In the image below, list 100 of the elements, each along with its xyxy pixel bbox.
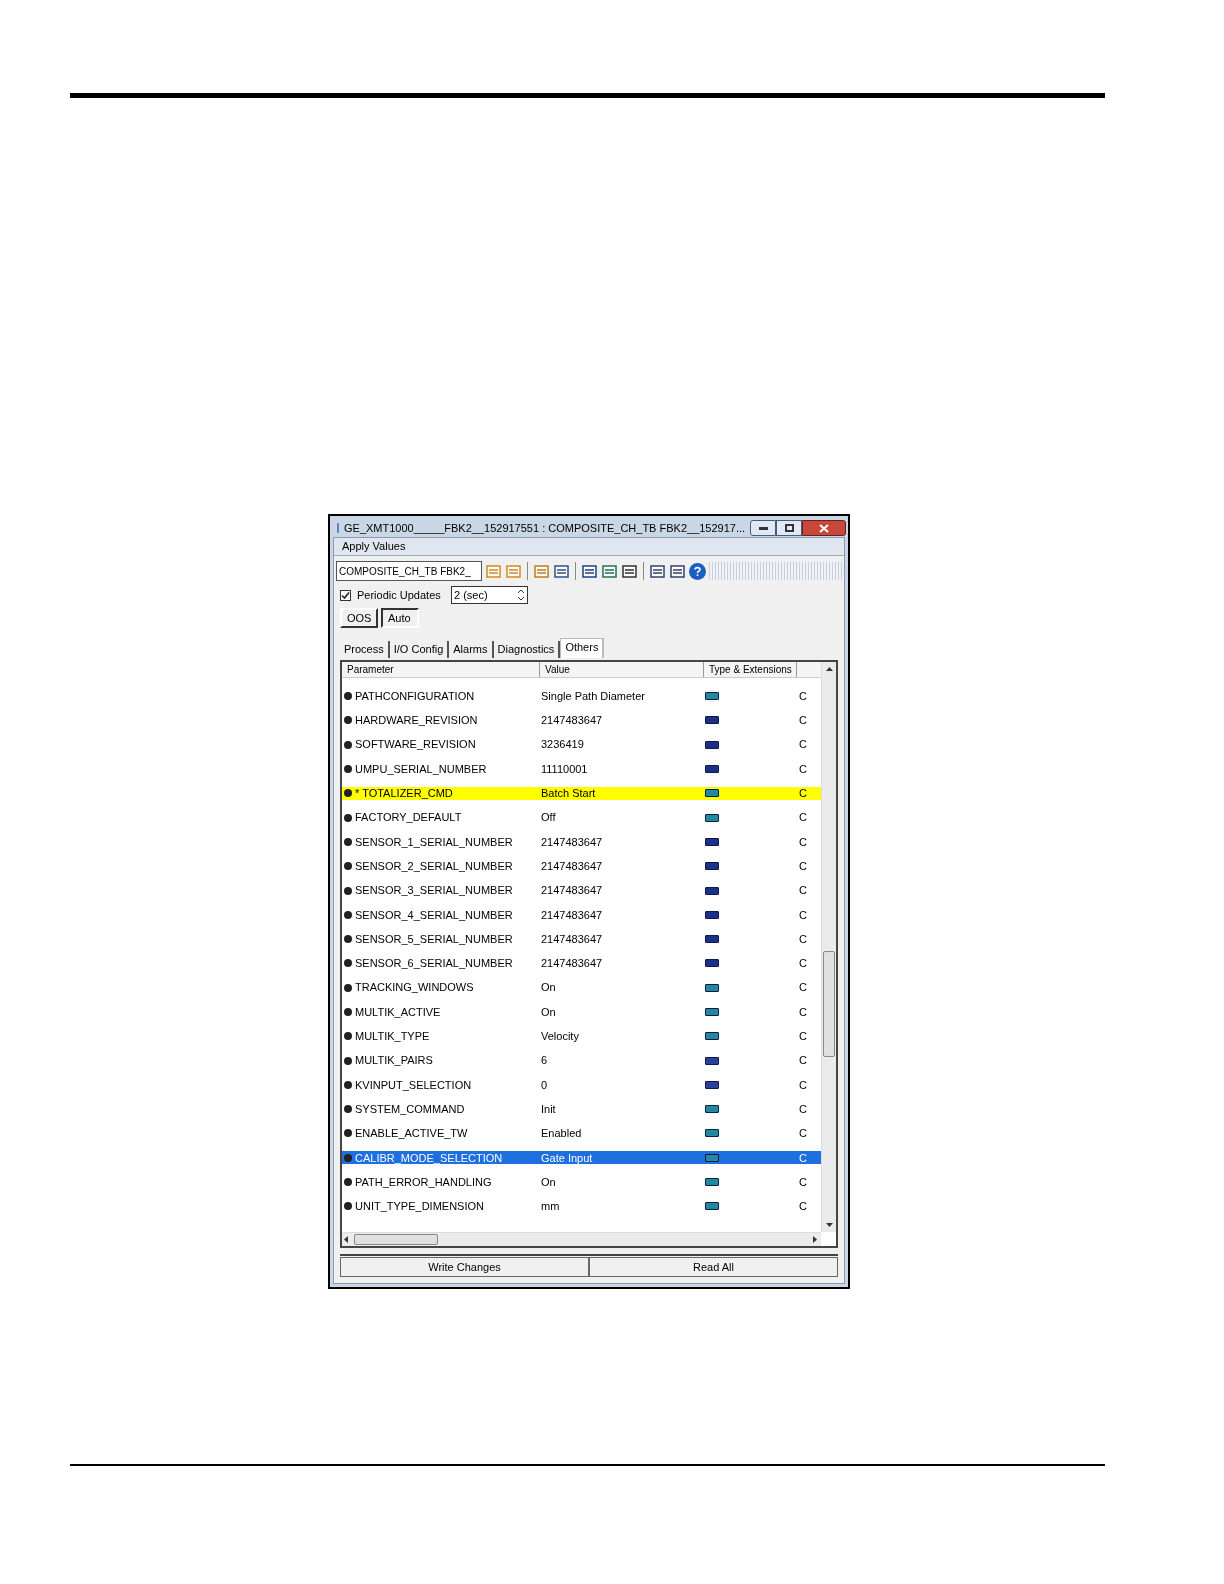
parameter-value: Velocity — [540, 1029, 580, 1045]
parameter-name: KVINPUT_SELECTION — [355, 1077, 472, 1093]
table-row[interactable]: SENSOR_4_SERIAL_NUMBER 2147483647 C — [342, 908, 821, 922]
table-cell-text: C — [799, 1126, 807, 1142]
close-button[interactable] — [802, 520, 847, 536]
parameter-value: Gate Input — [540, 1150, 594, 1166]
tab[interactable]: Others — [560, 638, 605, 658]
table-row[interactable]: SENSOR_1_SERIAL_NUMBER 2147483647 C — [342, 835, 821, 849]
bullet-icon — [344, 1202, 352, 1211]
column-header[interactable]: Parameter — [342, 662, 540, 677]
parameter-value: 2147483647 — [540, 883, 604, 899]
table-row[interactable]: PATHCONFIGURATION Single Path Diameter C — [342, 689, 821, 703]
parameter-value: On — [540, 1004, 557, 1020]
table-cell-text: C — [799, 907, 807, 923]
parameter-name: SENSOR_1_SERIAL_NUMBER — [355, 834, 513, 850]
type-icon — [705, 813, 719, 822]
bullet-icon — [344, 862, 352, 871]
help-icon[interactable] — [689, 562, 706, 580]
parameter-value: On — [540, 980, 557, 996]
action-button[interactable]: Read All — [589, 1257, 838, 1277]
vertical-scrollbar[interactable] — [821, 662, 836, 1232]
menu-item[interactable]: Apply Values — [342, 538, 406, 555]
parameter-name: SENSOR_5_SERIAL_NUMBER — [355, 931, 513, 947]
table-row[interactable]: UNIT_TYPE_DIMENSION mm C — [342, 1199, 821, 1213]
type-icon — [705, 935, 719, 944]
table-row[interactable]: SENSOR_2_SERIAL_NUMBER 2147483647 C — [342, 859, 821, 873]
horizontal-scrollbar[interactable] — [342, 1232, 821, 1246]
type-icon — [705, 837, 719, 846]
table-cell-text: C — [799, 1199, 807, 1215]
table-row[interactable]: CALIBR_MODE_SELECTION Gate Input C — [342, 1151, 821, 1165]
checkbox[interactable] — [340, 589, 351, 601]
parameter-name: SENSOR_6_SERIAL_NUMBER — [355, 956, 513, 972]
parameter-value: 2147483647 — [540, 907, 604, 923]
mode-button[interactable]: Auto — [381, 608, 419, 628]
parameter-name: * TOTALIZER_CMD — [355, 786, 453, 802]
close-icon[interactable] — [819, 523, 830, 533]
parameter-value: 0 — [540, 1077, 549, 1093]
table-row[interactable]: HARDWARE_REVISION 2147483647 C — [342, 713, 821, 727]
parameter-name: PATHCONFIGURATION — [355, 688, 475, 704]
bullet-icon — [344, 740, 352, 749]
parameter-name: SYSTEM_COMMAND — [355, 1101, 465, 1117]
scroll-thumb[interactable] — [354, 1234, 438, 1245]
column-header[interactable]: Type & Extensions — [704, 662, 797, 677]
table-cell-text: C — [799, 1174, 807, 1190]
maximize-button[interactable] — [776, 520, 803, 536]
bullet-icon — [344, 1032, 352, 1041]
tab[interactable]: Alarms — [449, 641, 494, 658]
parameter-name: MULTIK_ACTIVE — [355, 1004, 441, 1020]
table-row[interactable]: TRACKING_WINDOWS On C — [342, 981, 821, 995]
parameter-name: FACTORY_DEFAULT — [355, 810, 462, 826]
table-cell-text: C — [799, 761, 807, 777]
bullet-icon — [344, 716, 352, 725]
tab[interactable]: Process — [340, 641, 390, 658]
table-row[interactable]: SOFTWARE_REVISION 3236419 C — [342, 738, 821, 752]
minimize-button[interactable] — [750, 520, 777, 536]
table-cell-text: C — [799, 1004, 807, 1020]
table-row[interactable]: KVINPUT_SELECTION 0 C — [342, 1078, 821, 1092]
action-button[interactable]: Write Changes — [340, 1257, 589, 1277]
bullet-icon — [344, 1178, 352, 1187]
table-row[interactable]: * TOTALIZER_CMD Batch Start C — [342, 786, 821, 800]
parameter-value: Single Path Diameter — [540, 688, 646, 704]
table-row[interactable]: MULTIK_PAIRS 6 C — [342, 1054, 821, 1068]
table-cell-text: C — [799, 883, 807, 899]
tab[interactable]: I/O Config — [389, 641, 450, 658]
bullet-icon — [344, 1129, 352, 1138]
scroll-thumb[interactable] — [823, 951, 835, 1057]
table-row[interactable]: SYSTEM_COMMAND Init C — [342, 1102, 821, 1116]
parameter-value: Enabled — [540, 1126, 583, 1142]
spin-arrows-icon[interactable] — [515, 588, 527, 602]
scroll-right-icon[interactable] — [813, 1236, 819, 1243]
table-row[interactable]: SENSOR_3_SERIAL_NUMBER 2147483647 C — [342, 884, 821, 897]
bullet-icon — [344, 1008, 352, 1016]
bullet-icon — [344, 959, 352, 968]
table-row[interactable]: SENSOR_6_SERIAL_NUMBER 2147483647 C — [342, 956, 821, 970]
table-row[interactable]: ENABLE_ACTIVE_TW Enabled C — [342, 1127, 821, 1140]
interval-spinner[interactable]: 2 (sec) — [451, 586, 528, 604]
column-header[interactable]: Value — [540, 662, 704, 677]
table-cell-text: C — [799, 1101, 807, 1117]
type-icon — [705, 1080, 719, 1089]
table-row[interactable]: FACTORY_DEFAULT Off C — [342, 811, 821, 825]
table-cell-text: C — [799, 1029, 807, 1045]
type-icon — [705, 959, 719, 968]
table-row[interactable]: MULTIK_ACTIVE On C — [342, 1005, 821, 1019]
window-title: GE_XMT1000_____FBK2__152917551 : COMPOSITE_CH_TB FBK2__152917... — [344, 520, 746, 536]
table-row[interactable]: UMPU_SERIAL_NUMBER 11110001 C — [342, 762, 821, 776]
table-row[interactable]: SENSOR_5_SERIAL_NUMBER 2147483647 C — [342, 932, 821, 946]
type-icon — [705, 1056, 719, 1065]
parameter-name: MULTIK_PAIRS — [355, 1053, 433, 1069]
type-icon — [705, 1008, 719, 1016]
block-field[interactable]: COMPOSITE_CH_TB FBK2_ — [336, 561, 482, 581]
parameter-value: 6 — [540, 1053, 549, 1069]
mode-button[interactable]: OOS — [340, 608, 378, 628]
type-icon — [705, 740, 719, 749]
type-icon — [705, 983, 719, 992]
parameter-name: UMPU_SERIAL_NUMBER — [355, 761, 487, 777]
table-row[interactable]: MULTIK_TYPE Velocity C — [342, 1029, 821, 1043]
type-icon — [705, 1129, 719, 1138]
table-row[interactable]: PATH_ERROR_HANDLING On C — [342, 1175, 821, 1189]
bullet-icon — [344, 1080, 352, 1089]
bullet-icon — [344, 886, 352, 895]
